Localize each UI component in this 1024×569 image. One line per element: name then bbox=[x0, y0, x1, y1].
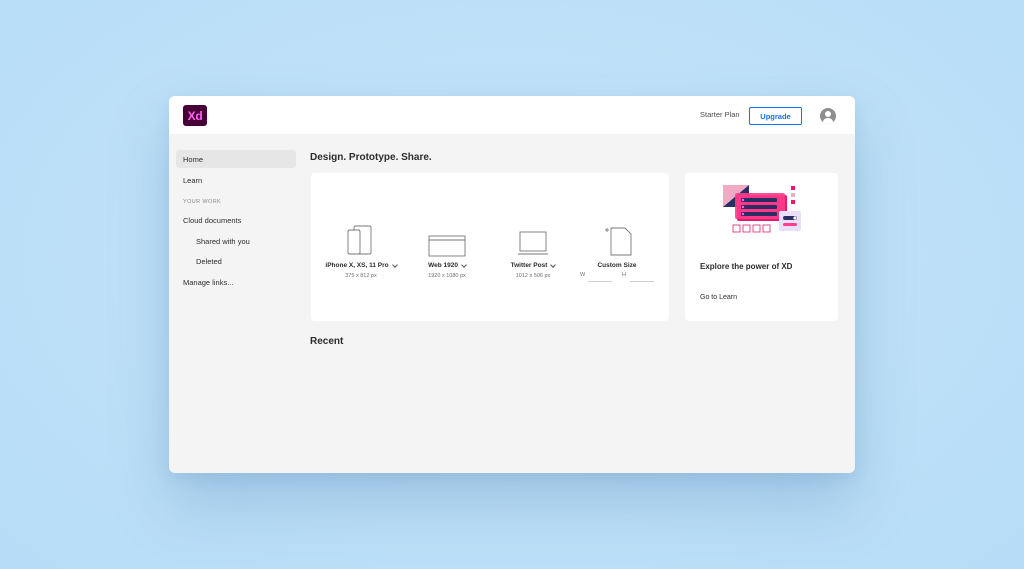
sidebar-item-label: Cloud documents bbox=[183, 215, 242, 225]
preset-panel: iPhone X, XS, 11 Pro 375 x 812 px Web 19… bbox=[311, 173, 669, 321]
sidebar: Home Learn YOUR WORK Cloud documents Sha… bbox=[169, 134, 304, 473]
height-field[interactable] bbox=[630, 281, 654, 282]
preset-size: 1012 x 506 px bbox=[515, 273, 551, 279]
preset-name: Twitter Post bbox=[510, 262, 548, 269]
go-to-learn-link[interactable]: Go to Learn bbox=[700, 294, 737, 301]
preset-twitter-post[interactable]: Twitter Post 1012 x 506 px bbox=[491, 173, 575, 321]
sidebar-item-learn[interactable]: Learn bbox=[183, 171, 202, 189]
preset-name: Custom Size bbox=[597, 262, 637, 269]
recent-heading: Recent bbox=[310, 336, 344, 347]
user-avatar-icon[interactable] bbox=[820, 108, 836, 124]
sidebar-item-label: Home bbox=[183, 154, 204, 164]
chevron-down-icon[interactable] bbox=[550, 261, 557, 268]
height-label: H bbox=[622, 272, 626, 278]
xd-home-window: Xd Starter Plan Upgrade Home Learn YOUR … bbox=[169, 96, 855, 473]
phone-icon bbox=[347, 225, 372, 255]
chevron-down-icon[interactable] bbox=[391, 261, 398, 268]
learn-card-title: Explore the power of XD bbox=[700, 262, 793, 271]
plan-label: Starter Plan bbox=[700, 110, 740, 119]
width-field[interactable] bbox=[588, 281, 612, 282]
browser-icon bbox=[428, 235, 466, 257]
sidebar-item-cloud-documents[interactable]: Cloud documents bbox=[183, 211, 241, 229]
preset-size: 375 x 812 px bbox=[345, 273, 377, 279]
preset-web-1920[interactable]: Web 1920 1920 x 1080 px bbox=[405, 173, 489, 321]
preset-size: 1920 x 1080 px bbox=[428, 273, 466, 279]
sidebar-item-label: Manage links... bbox=[183, 277, 234, 287]
sidebar-item-deleted[interactable]: Deleted bbox=[196, 252, 222, 270]
tablet-icon bbox=[518, 231, 548, 255]
sidebar-item-label: Shared with you bbox=[196, 236, 250, 246]
width-label: W bbox=[580, 272, 586, 278]
custom-size-icon bbox=[605, 227, 632, 256]
sidebar-item-label: Learn bbox=[183, 175, 203, 185]
preset-name: Web 1920 bbox=[428, 262, 458, 269]
top-bar: Xd Starter Plan Upgrade bbox=[169, 96, 855, 134]
background: Xd Starter Plan Upgrade Home Learn YOUR … bbox=[0, 0, 1024, 569]
preset-name: iPhone X, XS, 11 Pro bbox=[325, 262, 389, 269]
upgrade-button[interactable]: Upgrade bbox=[749, 107, 802, 125]
learn-illustration-icon bbox=[723, 185, 801, 233]
sidebar-item-shared-with-you[interactable]: Shared with you bbox=[196, 232, 250, 250]
sidebar-item-home[interactable]: Home bbox=[176, 150, 296, 168]
xd-logo: Xd bbox=[183, 105, 207, 126]
learn-card[interactable]: Explore the power of XD Go to Learn bbox=[685, 173, 838, 321]
sidebar-item-label: Deleted bbox=[196, 256, 222, 266]
preset-custom-size[interactable]: Custom Size W H bbox=[575, 173, 659, 321]
sidebar-section-your-work: YOUR WORK bbox=[183, 199, 222, 205]
preset-iphone[interactable]: iPhone X, XS, 11 Pro 375 x 812 px bbox=[319, 173, 403, 321]
sidebar-item-manage-links[interactable]: Manage links... bbox=[183, 273, 233, 291]
chevron-down-icon[interactable] bbox=[461, 261, 467, 268]
page-title: Design. Prototype. Share. bbox=[310, 152, 432, 163]
